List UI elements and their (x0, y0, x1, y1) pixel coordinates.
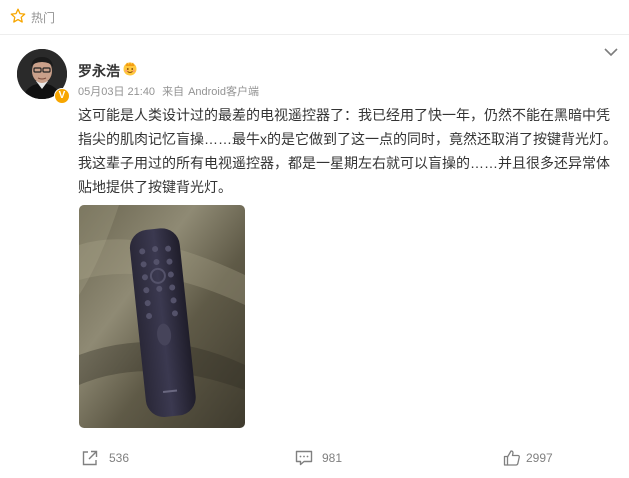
chevron-down-icon[interactable] (603, 46, 619, 58)
star-outline-icon (10, 8, 26, 23)
post-time[interactable]: 05月03日 21:40 (78, 86, 155, 98)
like-count: 2997 (526, 451, 553, 465)
remote-control-photo (79, 205, 245, 428)
comment-icon (295, 450, 313, 466)
verified-badge: V (54, 88, 70, 104)
hot-label: 热门 (31, 11, 56, 25)
post-source: Android客户端 (188, 86, 259, 98)
share-icon (82, 450, 98, 466)
top-bar: 热门 (0, 0, 629, 35)
share-count: 536 (109, 451, 130, 465)
source-prefix: 来自 (162, 86, 185, 98)
thumbs-up-icon (503, 450, 520, 466)
crown-emoji-icon (123, 62, 137, 76)
post-text: 这可能是人类设计过的最差的电视遥控器了：我已经用了快一年，仍然不能在黑暗中凭指尖… (78, 107, 617, 195)
comment-count: 981 (322, 451, 343, 465)
post-meta: 05月03日 21:40 来自 Android客户端 (78, 83, 259, 99)
post-image[interactable] (79, 205, 245, 428)
username[interactable]: 罗永浩 (78, 61, 120, 81)
